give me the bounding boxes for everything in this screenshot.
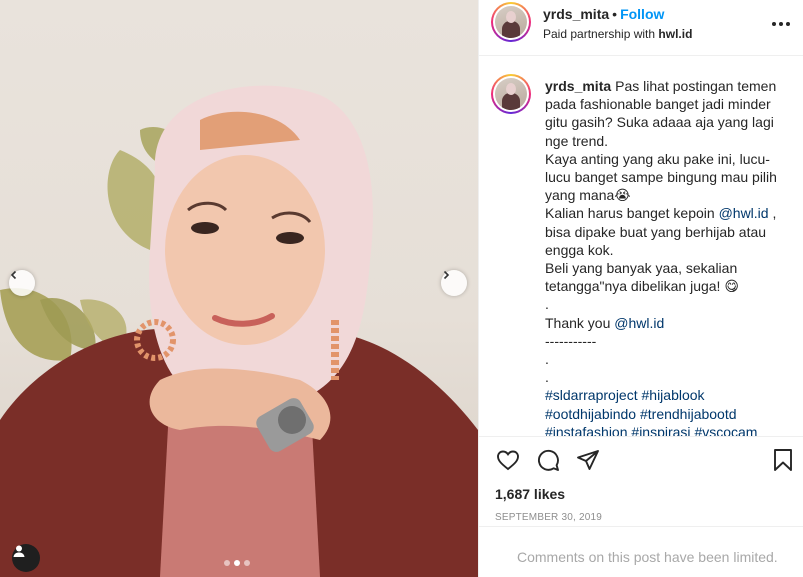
carousel-prev-button[interactable] (9, 270, 35, 296)
post-header: yrds_mita • Follow Paid partnership with h… (479, 0, 803, 56)
share-button[interactable] (575, 447, 601, 473)
author-username[interactable]: yrds_mita (543, 6, 609, 22)
separator: • (612, 6, 618, 22)
caption-line: . (545, 369, 549, 386)
caption-line: ----------- (545, 332, 597, 349)
post-photo[interactable] (0, 0, 478, 577)
post-date[interactable]: SEPTEMBER 30, 2019 (495, 512, 602, 523)
partner-link[interactable]: hwl.id (658, 27, 692, 41)
like-button[interactable] (495, 447, 521, 473)
caption-section: yrds_mita Pas lihat postingan temen pada … (479, 57, 803, 436)
hashtag-link[interactable]: #hijablook (642, 387, 705, 403)
caption-line: . (545, 351, 549, 368)
caption-username[interactable]: yrds_mita (545, 78, 611, 94)
caption-line: Beli yang banyak yaa, sekalian tetangga"… (545, 260, 742, 295)
mention-link[interactable]: @hwl.id (614, 315, 664, 331)
partnership-prefix: Paid partnership with (543, 27, 659, 41)
share-icon (577, 450, 599, 470)
hashtag-link[interactable]: #inspirasi (631, 424, 690, 436)
carousel-indicator (224, 560, 250, 566)
comment-button[interactable] (535, 447, 561, 473)
save-button[interactable] (770, 447, 796, 473)
comments-limited-notice: Comments on this post have been limited. (479, 526, 803, 577)
follow-button[interactable]: Follow (620, 6, 664, 22)
caption-line: . (545, 296, 549, 313)
comments-limited-text: Comments on this post have been limited. (517, 549, 778, 565)
photo-illustration (0, 85, 478, 577)
hashtag-link[interactable]: #instafashion (545, 424, 628, 436)
tagged-users-button[interactable] (12, 544, 40, 572)
carousel-next-button[interactable] (441, 270, 467, 296)
user-icon (13, 545, 25, 557)
carousel-dot-active (234, 560, 240, 566)
caption-author-avatar[interactable] (491, 74, 531, 114)
caption-text: Kalian harus banget kepoin (545, 205, 719, 222)
chevron-right-icon (443, 270, 450, 280)
mention-link[interactable]: @hwl.id (719, 205, 769, 221)
comment-icon (538, 449, 559, 471)
caption-text: Thank you (545, 314, 615, 331)
hashtag-link[interactable]: #vscocam (694, 424, 757, 436)
caption-line: Kaya anting yang aku pake ini, lucu-lucu… (545, 150, 781, 204)
hashtag-link[interactable]: #ootdhijabindo (545, 406, 636, 422)
carousel-dot (244, 560, 250, 566)
heart-icon (497, 450, 519, 471)
hashtag-link[interactable]: #trendhijabootd (640, 406, 737, 422)
post-side-panel: yrds_mita • Follow Paid partnership with h… (478, 0, 803, 577)
paid-partnership-label: Paid partnership with hwl.id (543, 27, 692, 41)
chevron-left-icon (10, 270, 17, 280)
likes-count[interactable]: 1,687 likes (495, 486, 565, 502)
hashtag-link[interactable]: #sldarraproject (545, 387, 638, 403)
carousel-dot (224, 560, 230, 566)
author-avatar[interactable] (491, 2, 531, 42)
bookmark-icon (774, 449, 792, 471)
post-actions: 1,687 likes SEPTEMBER 30, 2019 (479, 436, 803, 526)
more-options-button[interactable] (769, 12, 793, 36)
post-caption: yrds_mita Pas lihat postingan temen pada … (545, 77, 791, 436)
